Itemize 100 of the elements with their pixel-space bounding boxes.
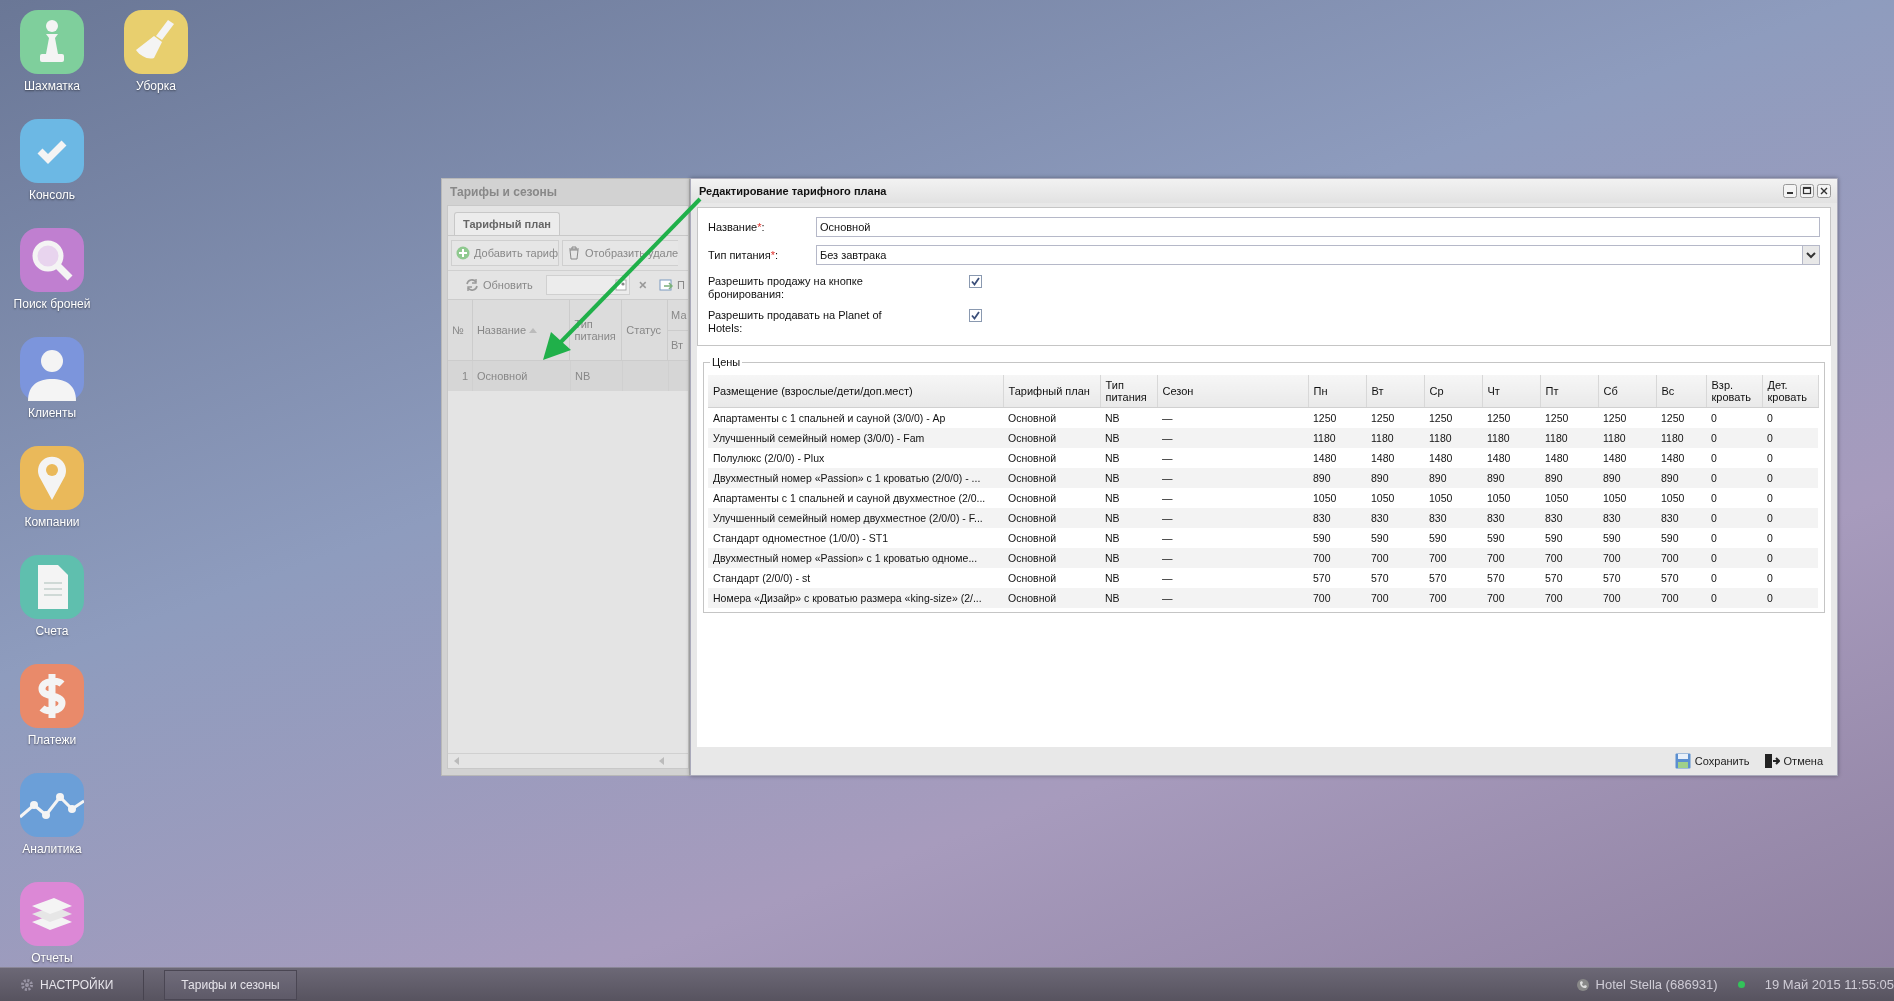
chart-app-icon[interactable]	[20, 773, 84, 837]
close-icon[interactable]	[1817, 184, 1831, 198]
scroll-left-icon	[659, 757, 664, 765]
column-header[interactable]: Пн	[1308, 375, 1366, 408]
table-cell: Двухместный номер «Passion» с 1 кроватью (2/0/0) - ...	[708, 468, 1003, 488]
dialog-title: Редактирование тарифного плана	[699, 185, 887, 197]
search-app-icon[interactable]	[20, 228, 84, 292]
person-app-icon[interactable]	[20, 337, 84, 401]
table-cell: Основной	[1003, 568, 1100, 588]
table-cell: —	[1157, 548, 1308, 568]
table-cell: NB	[1100, 588, 1157, 608]
table-cell: 1050	[1366, 488, 1424, 508]
settings-icon	[20, 977, 34, 992]
app-label: Компании	[24, 515, 80, 529]
settings-button[interactable]: НАСТРОЙКИ	[10, 969, 145, 1000]
save-button[interactable]: Сохранить	[1670, 751, 1754, 771]
table-cell: 830	[1598, 508, 1656, 528]
table-cell: 590	[1598, 528, 1656, 548]
pin-app-icon[interactable]	[20, 446, 84, 510]
taskbar-window-button[interactable]: Тарифы и сезоны	[164, 969, 297, 1000]
table-cell: 0	[1762, 488, 1818, 508]
column-header[interactable]: Тарифный план	[1003, 375, 1100, 408]
table-cell: Улучшенный семейный номер (3/0/0) - Fam	[708, 428, 1003, 448]
table-cell: 700	[1424, 588, 1482, 608]
column-header[interactable]: Вс	[1656, 375, 1706, 408]
table-cell: 1480	[1656, 448, 1706, 468]
table-cell: 0	[1706, 548, 1762, 568]
table-cell: Основной	[1003, 588, 1100, 608]
table-cell: 0	[1762, 508, 1818, 528]
table-cell: Основной	[1003, 548, 1100, 568]
table-cell: 0	[1706, 488, 1762, 508]
dropdown-icon	[1802, 246, 1819, 264]
column-header[interactable]: Взр. кровать	[1706, 375, 1762, 408]
table-cell: NB	[1100, 488, 1157, 508]
cancel-button[interactable]: Отмена	[1759, 751, 1827, 771]
table-cell: Основной	[1003, 407, 1100, 428]
scroll-bar[interactable]	[448, 753, 688, 768]
table-cell: 1250	[1540, 407, 1598, 428]
chess-app-icon[interactable]	[20, 10, 84, 74]
broom-app-icon[interactable]	[124, 10, 188, 74]
table-cell: 830	[1366, 508, 1424, 528]
table-cell: —	[1157, 448, 1308, 468]
check-app-icon[interactable]	[20, 119, 84, 183]
table-cell: Стандарт (2/0/0) - st	[708, 568, 1003, 588]
column-header[interactable]: Тип питания	[1100, 375, 1157, 408]
table-cell: NB	[575, 370, 591, 382]
document-app-icon[interactable]	[20, 555, 84, 619]
table-cell: Номера «Дизайр» с кроватью размера «king-size» (2/...	[708, 588, 1003, 608]
table-cell: 0	[1762, 588, 1818, 608]
table-cell: 590	[1482, 528, 1540, 548]
table-cell: 1180	[1424, 428, 1482, 448]
table-cell: Основной	[477, 370, 528, 382]
column-header[interactable]: Ср	[1424, 375, 1482, 408]
app-label: Шахматка	[24, 79, 80, 93]
table-cell: 1250	[1656, 407, 1706, 428]
table-cell: 700	[1424, 548, 1482, 568]
table-cell: NB	[1100, 528, 1157, 548]
calendar-icon	[615, 279, 628, 291]
table-cell: 1250	[1366, 407, 1424, 428]
table-cell: 590	[1424, 528, 1482, 548]
date-time: 19 Май 2015 11:55:05	[1764, 977, 1894, 992]
table-cell: 0	[1706, 428, 1762, 448]
maximize-icon[interactable]	[1800, 184, 1814, 198]
search-field[interactable]	[545, 275, 631, 295]
table-cell: 1480	[1308, 448, 1366, 468]
column-header[interactable]: Вт	[1366, 375, 1424, 408]
column-header[interactable]: Сезон	[1157, 375, 1308, 408]
dollar-app-icon[interactable]	[20, 664, 84, 728]
tab[interactable]: Тарифный план	[454, 212, 560, 235]
column-header[interactable]: Дет. кровать	[1762, 375, 1818, 408]
books-app-icon[interactable]	[20, 882, 84, 946]
table-cell: 830	[1308, 508, 1366, 528]
table-cell: NB	[1100, 548, 1157, 568]
table-cell: 590	[1540, 528, 1598, 548]
minimize-icon[interactable]	[1783, 184, 1797, 198]
clear-icon[interactable]	[638, 280, 649, 290]
table-cell: 1480	[1482, 448, 1540, 468]
table-cell: 890	[1598, 468, 1656, 488]
column-header[interactable]: Пт	[1540, 375, 1598, 408]
table-cell: 890	[1482, 468, 1540, 488]
column-header[interactable]: Размещение (взрослые/дети/доп.мест)	[708, 375, 1003, 408]
table-cell: 0	[1762, 428, 1818, 448]
table-cell: Стандарт одноместное (1/0/0) - ST1	[708, 528, 1003, 548]
app-label: Счета	[35, 624, 69, 638]
table-cell: 830	[1540, 508, 1598, 528]
table-cell: Полулюкс (2/0/0) - Plux	[708, 448, 1003, 468]
table-cell: 1050	[1656, 488, 1706, 508]
checkbox[interactable]	[969, 275, 982, 288]
table-cell: 0	[1706, 468, 1762, 488]
checkbox[interactable]	[969, 309, 982, 322]
refresh-icon	[465, 278, 479, 292]
column-header[interactable]: Сб	[1598, 375, 1656, 408]
app-label: Платежи	[27, 733, 77, 747]
table-cell: —	[1157, 407, 1308, 428]
name-field[interactable]: Основной	[816, 217, 1820, 237]
meal-type-select[interactable]: Без завтрака	[816, 245, 1820, 265]
app-label: Отчеты	[31, 951, 73, 965]
column-header[interactable]: Чт	[1482, 375, 1540, 408]
table-cell: 590	[1366, 528, 1424, 548]
table-cell: 1250	[1482, 407, 1540, 428]
